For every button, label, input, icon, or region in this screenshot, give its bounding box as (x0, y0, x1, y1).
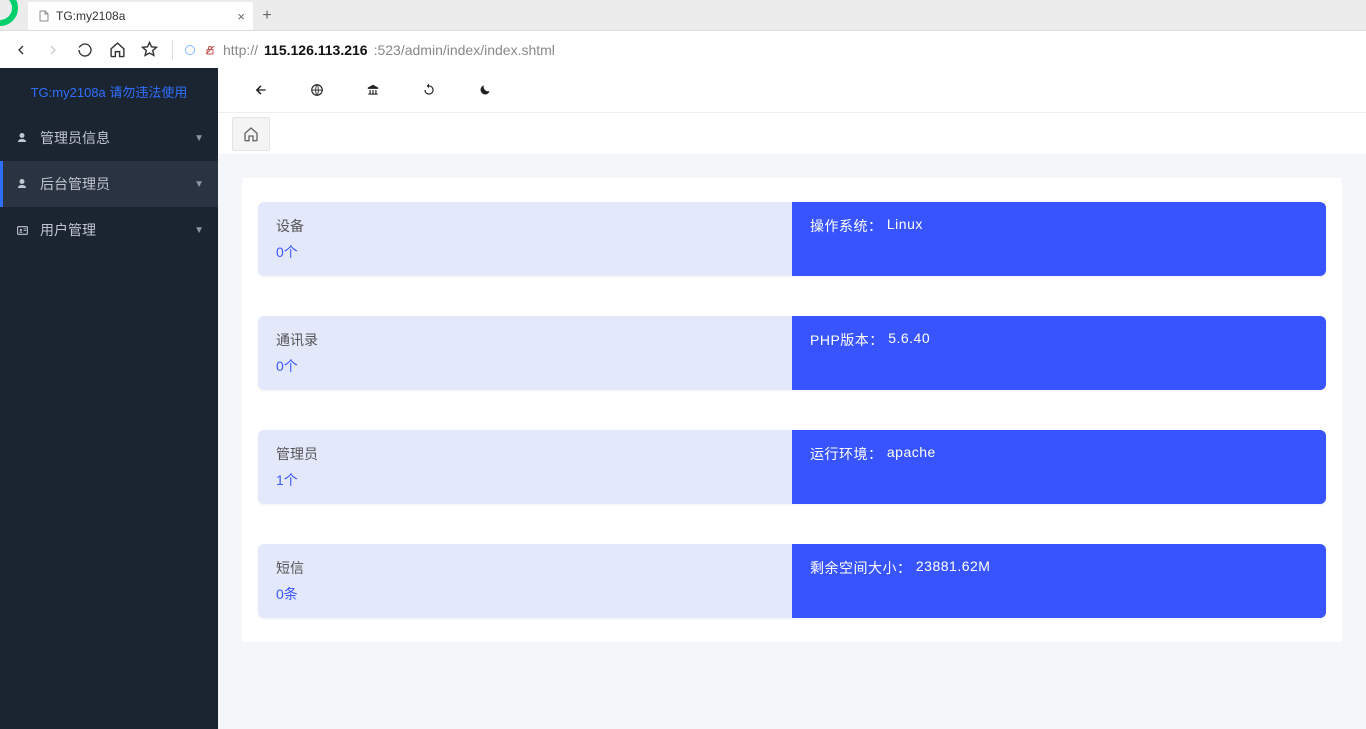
sidebar-item-label: 后台管理员 (40, 174, 110, 194)
panel-value: 0个 (276, 242, 774, 262)
id-card-icon (16, 224, 30, 237)
toolbar-moon-icon[interactable] (478, 83, 492, 97)
sidebar-brand: TG:my2108a 请勿违法使用 (0, 68, 218, 115)
sidebar-item-label: 用户管理 (40, 220, 96, 240)
panel-contacts: 通讯录 0个 PHP版本： 5.6.40 (258, 316, 1326, 390)
panel-right-label: 剩余空间大小： (810, 558, 912, 578)
panel-admins: 管理员 1个 运行环境： apache (258, 430, 1326, 504)
toolbar-refresh-icon[interactable] (422, 83, 436, 97)
chevron-down-icon: ▼ (194, 133, 204, 144)
panel-value: 1个 (276, 470, 774, 490)
nav-favorite-icon[interactable] (136, 37, 162, 63)
url-host: 115.126.113.216 (264, 42, 368, 58)
panel-title: 通讯录 (276, 330, 774, 350)
panel-right-label: PHP版本： (810, 330, 884, 350)
breadcrumb-home-tab[interactable] (232, 117, 270, 151)
panel-right: 剩余空间大小： 23881.62M (792, 544, 1326, 618)
app-root: TG:my2108a 请勿违法使用 管理员信息 ▼ 后台管理员 ▼ 用户管理 ▼ (0, 68, 1366, 729)
sidebar-item-label: 管理员信息 (40, 128, 110, 148)
chevron-down-icon: ▼ (194, 179, 204, 190)
panel-title: 管理员 (276, 444, 774, 464)
panel-right-label: 操作系统： (810, 216, 883, 236)
toolbar-building-icon[interactable] (366, 83, 380, 97)
panel-title: 设备 (276, 216, 774, 236)
nav-refresh-icon[interactable] (72, 37, 98, 63)
browser-tab[interactable]: TG:my2108a × (28, 2, 253, 30)
address-bar[interactable]: http:// 115.126.113.216 :523/admin/index/i… (183, 42, 1358, 58)
url-path: :523/admin/index/index.shtml (374, 42, 555, 58)
panel-right-value: apache (887, 444, 936, 460)
panel-sms: 短信 0条 剩余空间大小： 23881.62M (258, 544, 1326, 618)
dashboard-card: 设备 0个 操作系统： Linux 通讯录 0个 PHP版本： (242, 178, 1342, 642)
toolbar-globe-icon[interactable] (310, 83, 324, 97)
page-icon (38, 10, 50, 22)
sidebar-item-backend-admin[interactable]: 后台管理员 ▼ (0, 161, 218, 207)
tab-strip: TG:my2108a × + (0, 0, 1366, 30)
panel-left: 管理员 1个 (258, 430, 792, 504)
content-area: 设备 0个 操作系统： Linux 通讯录 0个 PHP版本： (218, 154, 1366, 729)
tab-close-icon[interactable]: × (237, 9, 245, 24)
separator (172, 40, 173, 60)
new-tab-button[interactable]: + (253, 2, 281, 30)
panel-right-label: 运行环境： (810, 444, 883, 464)
nav-forward-icon[interactable] (40, 37, 66, 63)
main-panel: 设备 0个 操作系统： Linux 通讯录 0个 PHP版本： (218, 68, 1366, 729)
panel-right: 操作系统： Linux (792, 202, 1326, 276)
panel-right-value: 23881.62M (916, 558, 991, 574)
top-toolbar (218, 68, 1366, 112)
panel-left: 设备 0个 (258, 202, 792, 276)
nav-home-icon[interactable] (104, 37, 130, 63)
breadcrumb-bar (218, 112, 1366, 154)
panel-devices: 设备 0个 操作系统： Linux (258, 202, 1326, 276)
sidebar-item-user-mgmt[interactable]: 用户管理 ▼ (0, 207, 218, 253)
tab-title: TG:my2108a (56, 9, 125, 23)
url-prefix: http:// (223, 42, 258, 58)
browser-chrome: TG:my2108a × + http://115.126.11 (0, 0, 1366, 68)
user-icon (16, 132, 30, 144)
user-icon (16, 178, 30, 190)
panel-value: 0条 (276, 584, 774, 604)
chevron-down-icon: ▼ (194, 225, 204, 236)
panel-value: 0个 (276, 356, 774, 376)
toolbar-back-icon[interactable] (254, 83, 268, 97)
panel-title: 短信 (276, 558, 774, 578)
sidebar: TG:my2108a 请勿违法使用 管理员信息 ▼ 后台管理员 ▼ 用户管理 ▼ (0, 68, 218, 729)
panel-right-value: 5.6.40 (888, 330, 930, 346)
panel-right-value: Linux (887, 216, 923, 232)
nav-back-icon[interactable] (8, 37, 34, 63)
site-identity-icon[interactable] (183, 43, 197, 57)
panel-right: PHP版本： 5.6.40 (792, 316, 1326, 390)
insecure-lock-icon (203, 43, 217, 57)
panel-left: 通讯录 0个 (258, 316, 792, 390)
panel-right: 运行环境： apache (792, 430, 1326, 504)
panel-left: 短信 0条 (258, 544, 792, 618)
sidebar-item-admin-info[interactable]: 管理员信息 ▼ (0, 115, 218, 161)
address-bar-row: http:// 115.126.113.216 :523/admin/index/i… (0, 30, 1366, 68)
